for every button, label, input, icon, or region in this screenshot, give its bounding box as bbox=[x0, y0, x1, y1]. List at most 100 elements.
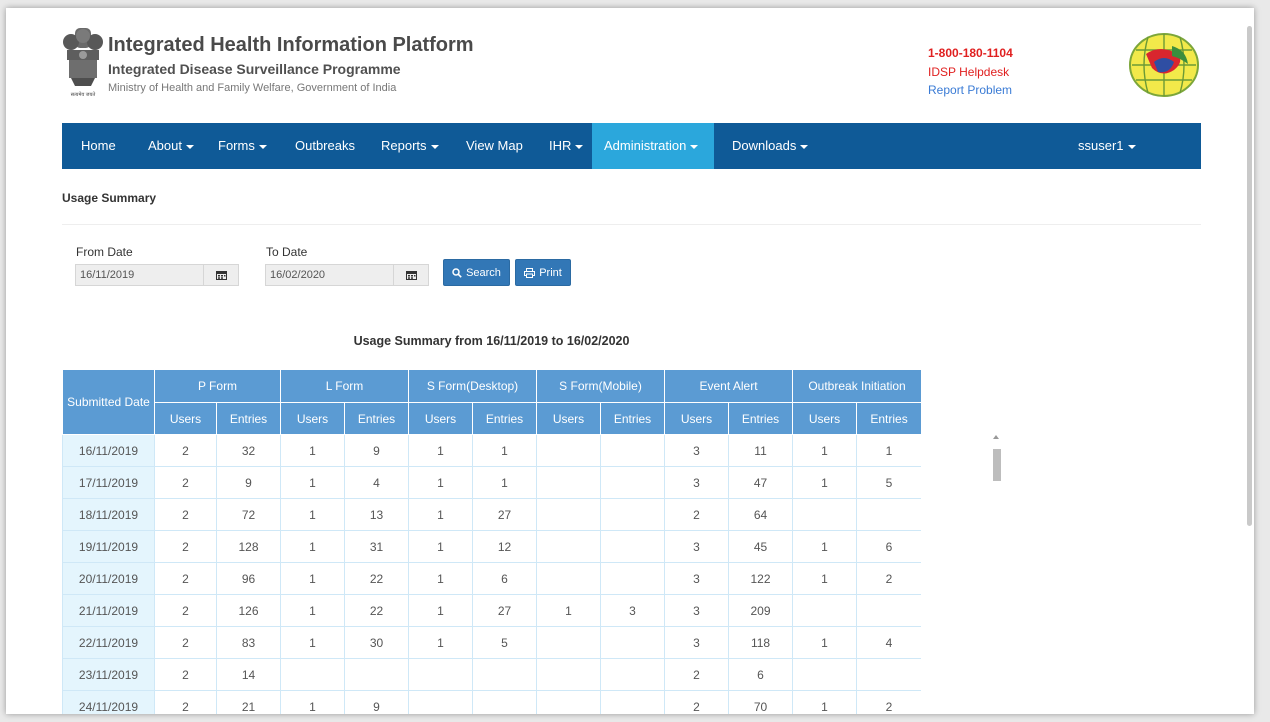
table-cell: 72 bbox=[216, 498, 281, 531]
table-cell: 6 bbox=[471, 562, 538, 595]
nav-about[interactable]: About bbox=[136, 123, 206, 169]
table-row: 20/11/2019 2 96 1 22 1 6 3 122 1 2 bbox=[62, 562, 921, 595]
table-cell: 45 bbox=[728, 530, 794, 563]
table-cell: 9 bbox=[216, 466, 281, 499]
table-cell: 3 bbox=[664, 434, 730, 467]
table-cell: 6 bbox=[856, 530, 921, 563]
scrollbar-thumb[interactable] bbox=[993, 449, 1001, 481]
header-entries: Entries bbox=[344, 402, 409, 435]
table-cell bbox=[536, 530, 602, 563]
table-row: 23/11/2019 2 14 2 6 bbox=[62, 658, 921, 691]
caret-down-icon bbox=[575, 144, 584, 149]
table-row: 19/11/2019 2 128 1 31 1 12 3 45 1 6 bbox=[62, 530, 921, 563]
table-cell: 3 bbox=[600, 594, 666, 627]
header-users: Users bbox=[280, 402, 345, 435]
header-p-form: P Form bbox=[154, 369, 281, 403]
table-cell: 70 bbox=[728, 690, 794, 714]
search-icon bbox=[452, 267, 462, 278]
table-cell bbox=[408, 658, 473, 691]
usage-table-container[interactable]: Submitted Date P Form L Form S Form(Desk… bbox=[62, 369, 921, 714]
table-cell bbox=[856, 498, 921, 531]
nav-forms-label: Forms bbox=[218, 138, 255, 153]
usage-summary-table: Submitted Date P Form L Form S Form(Desk… bbox=[62, 369, 921, 714]
table-cell: 31 bbox=[344, 530, 409, 563]
site-title: Integrated Health Information Platform bbox=[108, 34, 474, 56]
header-s-form-desktop: S Form(Desktop) bbox=[407, 369, 538, 403]
from-date-calendar-button[interactable] bbox=[203, 264, 239, 286]
to-date-input[interactable] bbox=[265, 264, 393, 286]
submitted-date-cell: 23/11/2019 bbox=[62, 658, 155, 691]
table-cell bbox=[536, 498, 602, 531]
submitted-date-cell: 24/11/2019 bbox=[62, 690, 155, 714]
to-date-group bbox=[265, 264, 429, 286]
search-button-label: Search bbox=[466, 266, 501, 279]
usage-table-body: 16/11/2019 2 32 1 9 1 1 3 11 1 1 17/11/2019 2 9 1 4 1 1 3 4… bbox=[62, 434, 921, 714]
table-cell: 1 bbox=[471, 466, 538, 499]
table-cell: 3 bbox=[664, 466, 730, 499]
page-scrollbar[interactable] bbox=[1247, 26, 1252, 526]
table-cell bbox=[408, 690, 473, 714]
scroll-up-arrow-icon[interactable] bbox=[993, 435, 999, 439]
nav-ihr[interactable]: IHR bbox=[537, 123, 595, 169]
table-cell: 209 bbox=[728, 594, 794, 627]
table-cell: 1 bbox=[792, 626, 858, 659]
table-cell bbox=[536, 626, 602, 659]
main-navbar: Home About Forms Outbreaks Reports View … bbox=[62, 123, 1201, 169]
caret-down-icon bbox=[690, 144, 699, 149]
from-date-input[interactable] bbox=[75, 264, 203, 286]
table-cell bbox=[344, 658, 409, 691]
table-cell bbox=[600, 562, 666, 595]
calendar-icon bbox=[215, 271, 227, 280]
table-row: 18/11/2019 2 72 1 13 1 27 2 64 bbox=[62, 498, 921, 531]
submitted-date-cell: 22/11/2019 bbox=[62, 626, 155, 659]
table-cell: 2 bbox=[154, 562, 217, 595]
table-cell bbox=[600, 466, 666, 499]
table-cell bbox=[471, 690, 538, 714]
table-cell: 1 bbox=[408, 434, 473, 467]
nav-downloads[interactable]: Downloads bbox=[720, 123, 820, 169]
nav-view-map[interactable]: View Map bbox=[454, 123, 535, 169]
table-cell: 2 bbox=[154, 498, 217, 531]
divider bbox=[62, 224, 1201, 225]
nav-home[interactable]: Home bbox=[69, 123, 128, 169]
report-problem-link[interactable]: Report Problem bbox=[928, 83, 1012, 97]
table-scrollbar[interactable] bbox=[990, 433, 1004, 714]
nav-reports[interactable]: Reports bbox=[369, 123, 451, 169]
submitted-date-cell: 19/11/2019 bbox=[62, 530, 155, 563]
table-cell: 1 bbox=[408, 530, 473, 563]
print-button[interactable]: Print bbox=[515, 259, 571, 286]
caret-down-icon bbox=[1127, 144, 1136, 149]
nav-forms[interactable]: Forms bbox=[206, 123, 279, 169]
table-cell bbox=[471, 658, 538, 691]
caret-down-icon bbox=[430, 144, 439, 149]
table-cell: 1 bbox=[408, 562, 473, 595]
table-cell bbox=[536, 562, 602, 595]
table-cell: 2 bbox=[154, 690, 217, 714]
table-cell: 1 bbox=[536, 594, 602, 627]
nav-administration-label: Administration bbox=[604, 138, 687, 153]
table-row: 24/11/2019 2 21 1 9 2 70 1 2 bbox=[62, 690, 921, 714]
table-cell: 5 bbox=[856, 466, 921, 499]
from-date-label: From Date bbox=[76, 245, 133, 259]
table-cell: 1 bbox=[280, 466, 345, 499]
table-cell: 1 bbox=[792, 530, 858, 563]
table-cell: 1 bbox=[280, 594, 345, 627]
to-date-calendar-button[interactable] bbox=[393, 264, 429, 286]
table-cell: 1 bbox=[792, 434, 858, 467]
nav-outbreaks[interactable]: Outbreaks bbox=[283, 123, 367, 169]
table-cell: 2 bbox=[856, 690, 921, 714]
print-button-label: Print bbox=[539, 266, 562, 279]
nav-user-menu[interactable]: ssuser1 bbox=[1066, 123, 1148, 169]
table-cell: 1 bbox=[792, 690, 858, 714]
table-cell: 1 bbox=[471, 434, 538, 467]
header-l-form: L Form bbox=[280, 369, 409, 403]
table-row: 17/11/2019 2 9 1 4 1 1 3 47 1 5 bbox=[62, 466, 921, 499]
table-cell: 1 bbox=[856, 434, 921, 467]
submitted-date-cell: 20/11/2019 bbox=[62, 562, 155, 595]
search-button[interactable]: Search bbox=[443, 259, 510, 286]
table-cell: 83 bbox=[216, 626, 281, 659]
nav-view-map-label: View Map bbox=[466, 138, 523, 153]
table-cell: 22 bbox=[344, 594, 409, 627]
nav-administration[interactable]: Administration bbox=[592, 123, 714, 169]
table-cell bbox=[536, 690, 602, 714]
